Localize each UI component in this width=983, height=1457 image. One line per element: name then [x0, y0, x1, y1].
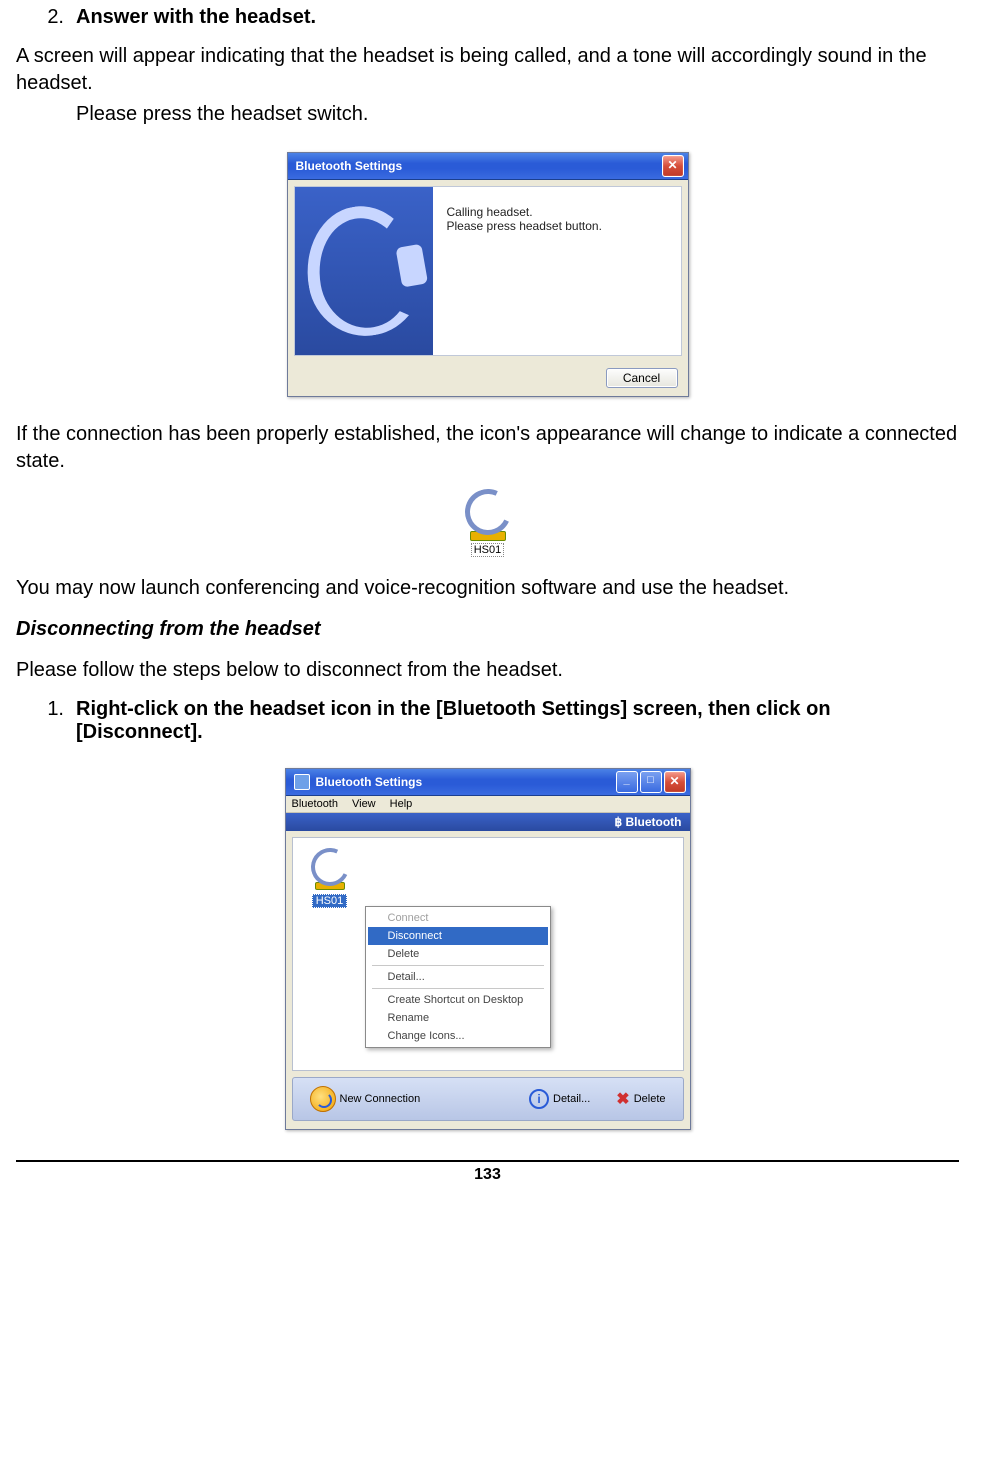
dialog-message: Calling headset. Please press headset bu… — [433, 187, 681, 355]
delete-button[interactable]: ✖ Delete — [607, 1087, 674, 1111]
action-bar: New Connection i Detail... ✖ Delete — [292, 1077, 684, 1121]
window-bluetooth-settings: Bluetooth Settings _ □ ✕ Bluetooth View … — [285, 768, 691, 1130]
brand-bar: ฿ Bluetooth — [286, 813, 690, 831]
app-icon — [294, 774, 310, 790]
dialog-msg-line2: Please press headset button. — [447, 219, 671, 233]
window-titlebar: Bluetooth Settings _ □ ✕ — [286, 769, 690, 796]
page-number: 133 — [16, 1166, 959, 1192]
step-2-number: 2. — [16, 6, 76, 29]
menu-item-rename[interactable]: Rename — [368, 1009, 548, 1027]
device-hs01[interactable]: HS01 — [303, 848, 357, 908]
connected-headset-icon: HS01 — [458, 489, 518, 557]
menu-item-change-icons[interactable]: Change Icons... — [368, 1027, 548, 1045]
footer-rule — [16, 1160, 959, 1162]
cancel-button[interactable]: Cancel — [606, 368, 678, 388]
detail-label: Detail... — [553, 1093, 590, 1105]
close-icon[interactable]: ✕ — [662, 155, 684, 177]
dialog-msg-line1: Calling headset. — [447, 205, 671, 219]
headset-swirl-icon — [458, 483, 517, 542]
step-1-number: 1. — [16, 698, 76, 744]
step-2-desc-line2: Please press the headset switch. — [76, 101, 959, 128]
step-2-title: Answer with the headset. — [76, 6, 959, 29]
maximize-icon[interactable]: □ — [640, 771, 662, 793]
device-list-area: HS01 Connect Disconnect Delete Detail...… — [292, 837, 684, 1071]
minimize-icon[interactable]: _ — [616, 771, 638, 793]
connected-icon-label: HS01 — [471, 543, 505, 557]
close-icon[interactable]: ✕ — [664, 771, 686, 793]
step-2-desc-line1: A screen will appear indicating that the… — [16, 43, 959, 97]
menu-separator — [372, 965, 544, 966]
menu-item-disconnect[interactable]: Disconnect — [368, 927, 548, 945]
paragraph-connection-established: If the connection has been properly esta… — [16, 421, 959, 475]
paragraph-launch-software: You may now launch conferencing and voic… — [16, 575, 959, 602]
headset-icon — [296, 197, 431, 345]
menu-item-detail[interactable]: Detail... — [368, 968, 548, 986]
delete-label: Delete — [634, 1093, 666, 1105]
delete-icon: ✖ — [616, 1089, 629, 1109]
menubar: Bluetooth View Help — [286, 796, 690, 813]
menu-bluetooth[interactable]: Bluetooth — [292, 798, 338, 810]
menu-item-delete[interactable]: Delete — [368, 945, 548, 963]
new-connection-label: New Connection — [340, 1093, 421, 1105]
window-title: Bluetooth Settings — [316, 775, 616, 789]
dialog-titlebar: Bluetooth Settings ✕ — [288, 153, 688, 180]
step-1-title: Right-click on the headset icon in the [… — [76, 698, 959, 744]
headset-illustration — [295, 187, 433, 355]
new-connection-button[interactable]: New Connection — [301, 1084, 430, 1114]
device-label: HS01 — [312, 894, 348, 908]
brand-label: Bluetooth — [626, 815, 682, 829]
menu-item-create-shortcut[interactable]: Create Shortcut on Desktop — [368, 991, 548, 1009]
context-menu: Connect Disconnect Delete Detail... Crea… — [365, 906, 551, 1048]
section-heading-disconnect: Disconnecting from the headset — [16, 616, 959, 643]
detail-button[interactable]: i Detail... — [520, 1087, 599, 1111]
menu-item-connect: Connect — [368, 909, 548, 927]
headset-swirl-icon — [305, 843, 354, 892]
bluetooth-glyph-icon: ฿ — [615, 815, 623, 829]
dialog-bluetooth-calling: Bluetooth Settings ✕ Calling headset. Pl… — [287, 152, 689, 397]
info-icon: i — [529, 1089, 549, 1109]
section-intro-disconnect: Please follow the steps below to disconn… — [16, 657, 959, 684]
dialog-title: Bluetooth Settings — [296, 159, 662, 173]
menu-view[interactable]: View — [352, 798, 376, 810]
menu-help[interactable]: Help — [390, 798, 413, 810]
menu-separator — [372, 988, 544, 989]
new-connection-icon — [310, 1086, 336, 1112]
